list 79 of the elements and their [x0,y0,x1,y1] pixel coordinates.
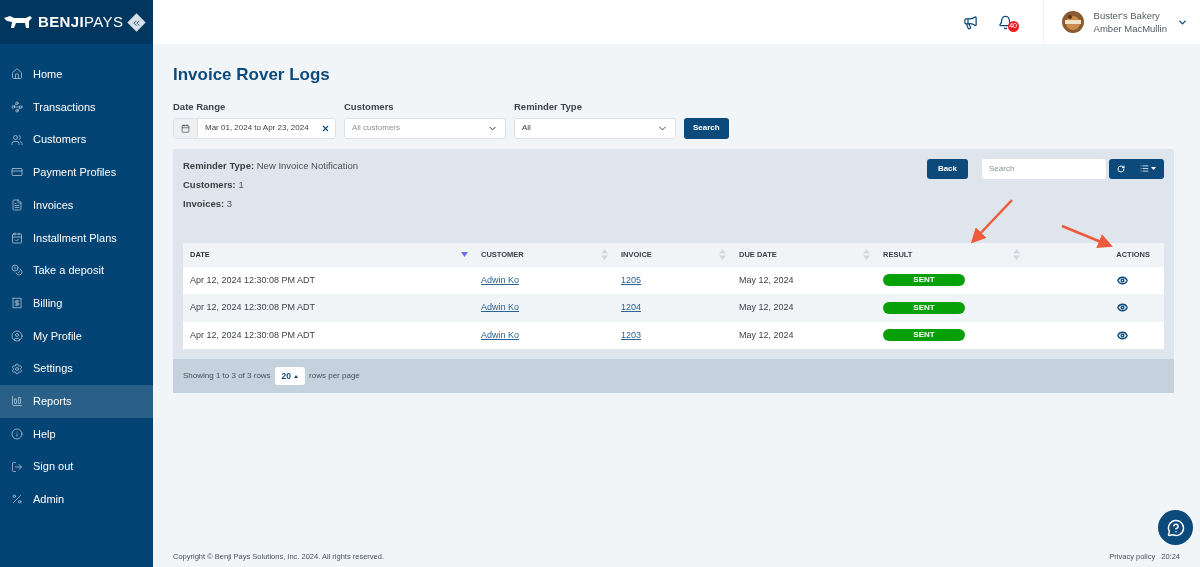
logo-text: BENJIPAYS [38,11,124,32]
customer-link[interactable]: Adwin Ko [481,329,520,340]
nav-item[interactable]: Invoices [0,188,153,222]
summary-line: Customers: 1 [183,178,245,192]
home-icon [11,68,23,81]
search-field[interactable]: Search [982,158,1106,179]
table-cell: Apr 12, 2024 12:30:08 PM ADT [190,302,316,312]
nav-item[interactable]: Help [0,417,153,451]
summary-line: Reminder Type: New Invoice Notification [183,158,359,173]
page-size-button[interactable]: 20 [274,367,306,385]
nav-item[interactable]: Sign out [0,450,153,483]
table-cell: Apr 12, 2024 12:30:08 PM ADT [190,329,316,340]
annotation-arrow [970,199,1013,244]
reminder-type-select[interactable]: All [514,117,676,139]
field-label: Reminder Type [514,99,583,114]
chart-icon [11,395,23,408]
customer-link[interactable]: Adwin Ko [481,274,520,285]
help-chat-icon [1166,518,1185,537]
page-title: Invoice Rover Logs [173,64,331,86]
annotation-arrow [1061,224,1113,249]
view-icon[interactable] [1117,329,1128,341]
refresh-icon[interactable] [1116,164,1125,173]
chat-button[interactable] [1158,510,1193,545]
megaphone-icon[interactable] [962,14,978,30]
customer-link[interactable]: Adwin Ko [481,302,520,312]
table-cell: May 12, 2024 [739,274,794,285]
invoice-link[interactable]: 1205 [621,274,642,285]
status-badge: SENT [883,329,965,342]
date-range-field[interactable]: Mar 01, 2024 to Apr 23, 2024 [173,117,336,139]
customers-select[interactable]: All customers [344,117,506,139]
status-badge: SENT [883,274,965,287]
nav-item[interactable]: Home [0,58,153,91]
view-icon[interactable] [1117,302,1128,314]
nav-item[interactable]: Settings [0,352,153,385]
table-cell: May 12, 2024 [739,302,794,312]
columns-icon[interactable] [1140,164,1150,174]
nav-item[interactable]: Transactions [0,90,153,124]
back-button[interactable]: Back [926,158,968,179]
document-icon [11,199,23,212]
caret-icon [1151,167,1157,171]
invoice-link[interactable]: 1204 [621,302,642,312]
nav-item[interactable]: Take a deposit [0,254,153,287]
nav-item[interactable]: Admin [0,482,153,516]
table-tools-button[interactable] [1109,158,1164,179]
table-cell: Apr 12, 2024 12:30:08 PM ADT [190,274,316,285]
status-badge: SENT [883,301,965,314]
nav-item[interactable]: My Profile [0,319,153,353]
search-button[interactable]: Search [684,117,729,139]
dog-logo-icon [4,15,32,29]
percent-icon [11,493,23,506]
users-icon [11,133,23,146]
nav-item[interactable]: Payment Profiles [0,156,153,189]
user-circle-icon [11,329,23,342]
field-label: Date Range [173,99,227,114]
invoice-link[interactable]: 1203 [621,329,642,340]
settings-icon [11,362,23,375]
calendar-icon [181,123,190,133]
field-label: Customers [344,99,395,114]
receipt-icon [11,297,23,310]
caret-icon [294,374,299,378]
user-name: Amber MacMullin [1093,22,1167,35]
nav-item[interactable]: Customers [0,123,153,157]
coins-icon [11,264,23,277]
card-icon [11,166,23,179]
view-icon[interactable] [1117,274,1128,286]
logout-icon [11,460,23,473]
business-name: Buster's Bakery [1093,9,1161,22]
nav-item[interactable]: Installment Plans [0,221,153,255]
nav-item[interactable]: Reports [0,384,153,418]
summary-line: Invoices: 3 [183,197,234,212]
route-icon [11,101,23,114]
nav-item[interactable]: Billing [0,286,153,320]
pagination-text: rows per page [309,370,360,382]
info-icon [11,427,23,440]
calendar-icon [11,231,23,244]
clear-icon[interactable] [321,123,330,133]
table-cell: May 12, 2024 [739,329,794,340]
sort-down-icon[interactable] [461,252,468,257]
pagination-text: Showing 1 to 3 of 3 rows [183,370,271,382]
